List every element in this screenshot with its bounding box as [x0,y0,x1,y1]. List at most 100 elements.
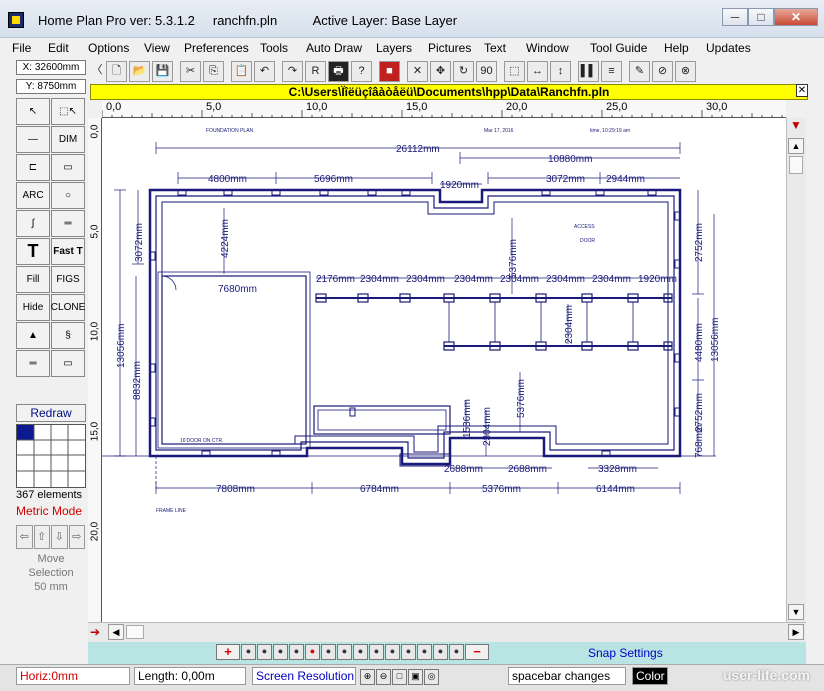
align-icon[interactable]: ▌▌ [578,60,599,82]
menu-help[interactable]: Help [664,38,706,58]
remove-layer-button[interactable]: − [465,644,489,660]
new-document-icon[interactable]: 🗋 [106,60,127,82]
layer-slot-icon[interactable]: ● [417,644,432,660]
menu-edit[interactable]: Edit [48,38,88,58]
layer-slot-icon[interactable]: ● [369,644,384,660]
menu-file[interactable]: File [12,38,48,58]
box-tool-icon[interactable]: ▭ [51,350,85,377]
drawing-canvas[interactable]: FOUNDATION PLAN Mar 17, 2016 time, 10:29… [102,118,786,622]
maximize-button[interactable]: □ [748,8,774,26]
paint-icon[interactable]: ✎ [629,60,650,82]
scroll-marker-icon[interactable]: ▼ [788,118,804,134]
figures-tool-icon[interactable]: FIGS [51,266,85,293]
redraw-button[interactable]: Redraw [16,404,86,422]
color-grid[interactable] [16,424,86,488]
no-icon[interactable]: ⊗ [675,60,696,82]
menu-pictures[interactable]: Pictures [428,38,484,58]
freehand-tool-icon[interactable]: § [51,322,85,349]
horizontal-scroll-thumb[interactable] [126,625,144,639]
double-line-tool-icon[interactable]: ═ [51,210,85,237]
path-bar-close-button[interactable]: ✕ [796,84,808,97]
lines-icon[interactable]: ≡ [601,60,622,82]
menu-text[interactable]: Text [484,38,526,58]
layer-slot-icon[interactable]: ● [321,644,336,660]
print-preview-icon[interactable]: R [305,60,326,82]
menu-options[interactable]: Options [88,38,144,58]
curve-tool-icon[interactable]: ∫ [16,210,50,237]
horizontal-scrollbar[interactable]: ➔ ◀ ▶ [88,622,806,642]
fill-tool-icon[interactable]: Fill [16,266,50,293]
stretch-vertical-icon[interactable]: ↕ [550,60,571,82]
menu-preferences[interactable]: Preferences [184,38,260,58]
redo-icon[interactable]: ↷ [282,60,303,82]
cut-icon[interactable]: ✂ [180,60,201,82]
move-up-arrow-icon[interactable]: ⇧ [33,525,50,549]
hide-tool-icon[interactable]: Hide [16,294,50,321]
vertical-scrollbar[interactable]: ▼ ▲ ▼ [786,118,806,622]
arc-tool-icon[interactable]: ARC [16,182,50,209]
move-left-arrow-icon[interactable]: ⇦ [16,525,33,549]
scroll-marker-right-icon[interactable]: ➔ [90,625,100,639]
layer-slot-icon[interactable]: ● [449,644,464,660]
open-folder-icon[interactable]: 📂 [129,60,150,82]
zoom-center-icon[interactable]: ◎ [424,669,439,685]
menu-window[interactable]: Window [526,38,590,58]
clone-tool-icon[interactable]: CLONE [51,294,85,321]
line-tool-icon[interactable]: — [16,126,50,153]
text-tool-icon[interactable]: T [16,238,50,265]
layer-slot-icon[interactable]: ● [289,644,304,660]
close-button[interactable]: ✕ [774,8,818,26]
move-right-arrow-icon[interactable]: ⇨ [68,525,85,549]
layer-slot-icon[interactable]: ● [353,644,368,660]
move-icon[interactable]: ✥ [430,60,451,82]
picture-tool-icon[interactable]: ▲ [16,322,50,349]
fast-text-tool-icon[interactable]: Fast T [51,238,85,265]
layer-slot-icon[interactable]: ● [257,644,272,660]
color-indicator[interactable]: Color [632,667,668,685]
zoom-in-icon[interactable]: ⊕ [360,669,375,685]
vertical-scroll-thumb[interactable] [789,156,803,174]
scroll-right-button[interactable]: ▶ [788,624,804,640]
menu-layers[interactable]: Layers [376,38,428,58]
layer-slot-icon[interactable]: ● [401,644,416,660]
dimension-tool-icon[interactable]: DIM [51,126,85,153]
layer-slot-icon[interactable]: ● [305,644,320,660]
snap-settings-link[interactable]: Snap Settings [588,646,663,660]
zoom-full-icon[interactable]: ▣ [408,669,423,685]
stretch-horizontal-icon[interactable]: ↔ [527,60,548,82]
help-icon[interactable]: ? [351,60,372,82]
screen-resolution-label[interactable]: Screen Resolution [252,667,356,685]
select-box-icon[interactable]: ⬚ [504,60,525,82]
scroll-down-button[interactable]: ▼ [788,604,804,620]
zoom-out-icon[interactable]: ⊖ [376,669,391,685]
rectangle-tool-icon[interactable]: ▭ [51,154,85,181]
select-arrow-icon[interactable]: ↖ [16,98,50,125]
copy-icon[interactable]: ⎘ [203,60,224,82]
layer-slot-icon[interactable]: ● [385,644,400,660]
rotate-90-icon[interactable]: 90 [476,60,497,82]
rotate-icon[interactable]: ↻ [453,60,474,82]
color-icon[interactable]: ■ [379,60,400,82]
layer-slot-icon[interactable]: ● [337,644,352,660]
layer-slot-icon[interactable]: ● [433,644,448,660]
toolbar-left-arrow-icon[interactable]: 〈 [90,61,104,82]
menu-view[interactable]: View [144,38,184,58]
scroll-up-button[interactable]: ▲ [788,138,804,154]
menu-tools[interactable]: Tools [260,38,306,58]
layer-slot-icon[interactable]: ● [273,644,288,660]
minimize-button[interactable]: ─ [722,8,748,26]
scroll-left-button[interactable]: ◀ [108,624,124,640]
metric-mode-indicator[interactable]: Metric Mode [16,504,82,518]
save-icon[interactable]: 💾 [152,60,173,82]
printer-icon[interactable]: 🖶 [328,60,349,82]
move-down-arrow-icon[interactable]: ⇩ [51,525,68,549]
menu-auto-draw[interactable]: Auto Draw [306,38,376,58]
menu-tool-guide[interactable]: Tool Guide [590,38,664,58]
add-layer-button[interactable]: + [216,644,240,660]
double-wall-tool-icon[interactable]: ═ [16,350,50,377]
menu-updates[interactable]: Updates [706,38,756,58]
delete-icon[interactable]: ✕ [407,60,428,82]
circle-tool-icon[interactable]: ○ [51,182,85,209]
zoom-box-icon[interactable]: □ [392,669,407,685]
select-box-arrow-icon[interactable]: ⬚↖ [51,98,85,125]
